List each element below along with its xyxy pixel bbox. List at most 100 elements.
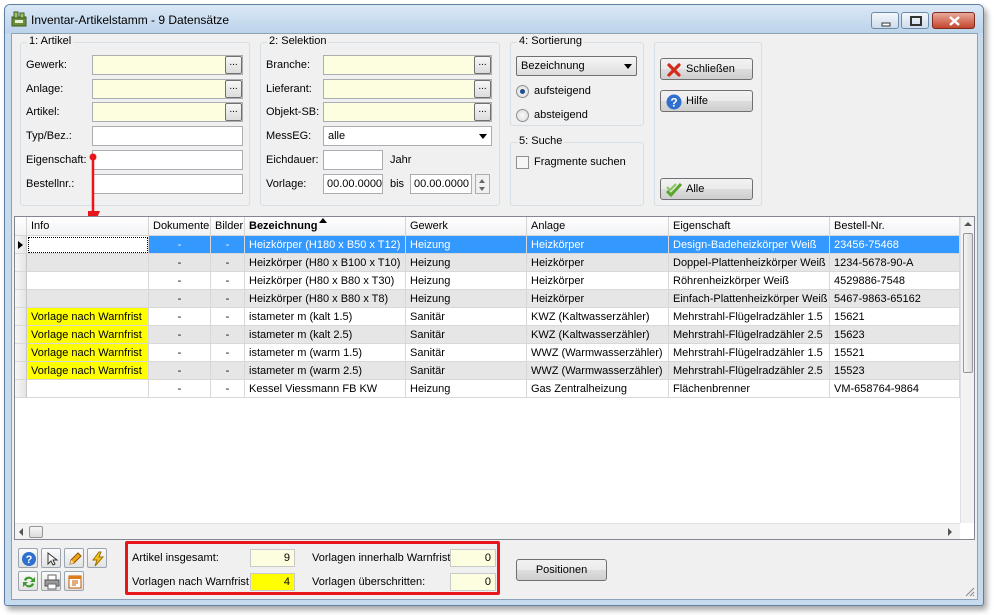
cell-bilder[interactable]: - xyxy=(211,380,245,398)
cell-dokumente[interactable]: - xyxy=(149,272,211,290)
table-row[interactable]: Vorlage nach Warnfrist - - istameter m (kal… xyxy=(15,326,960,344)
table-row[interactable]: - - Heizkörper (H80 x B80 x T30) Heizung Hei… xyxy=(15,272,960,290)
cell-bilder[interactable]: - xyxy=(211,236,245,254)
row-header[interactable] xyxy=(15,290,27,308)
fragmente-label[interactable]: Fragmente suchen xyxy=(534,156,626,168)
cell-bilder[interactable]: - xyxy=(211,272,245,290)
row-header[interactable] xyxy=(15,362,27,380)
row-header[interactable] xyxy=(15,344,27,362)
lieferant-field[interactable] xyxy=(323,79,492,99)
cell-bezeichnung[interactable]: Heizkörper (H80 x B80 x T30) xyxy=(245,272,406,290)
cell-bilder[interactable]: - xyxy=(211,362,245,380)
cell-dokumente[interactable]: - xyxy=(149,236,211,254)
objekt-sb-browse-button[interactable]: ... xyxy=(474,103,491,121)
cell-info[interactable] xyxy=(27,236,149,254)
spin-up-icon[interactable] xyxy=(479,179,485,183)
lieferant-browse-button[interactable]: ... xyxy=(474,80,491,98)
cell-info[interactable]: Vorlage nach Warnfrist xyxy=(27,326,149,344)
resize-grip-icon[interactable] xyxy=(963,585,975,597)
cell-bestellnr[interactable]: 1234-5678-90-A xyxy=(830,254,960,272)
horizontal-scroll-thumb[interactable] xyxy=(29,526,43,538)
cell-anlage[interactable]: Heizkörper xyxy=(527,236,669,254)
cell-eigenschaft[interactable]: Doppel-Plattenheizkörper Weiß xyxy=(669,254,830,272)
col-bilder[interactable]: Bilder xyxy=(211,217,245,236)
sort-asc-radio[interactable] xyxy=(516,85,529,98)
minimize-button[interactable] xyxy=(871,12,899,29)
cell-dokumente[interactable]: - xyxy=(149,344,211,362)
messeg-select[interactable]: alle xyxy=(323,126,492,146)
cell-bezeichnung[interactable]: Kessel Viessmann FB KW xyxy=(245,380,406,398)
col-bestellnr[interactable]: Bestell-Nr. xyxy=(830,217,960,236)
cell-anlage[interactable]: WWZ (Warmwasserzähler) xyxy=(527,362,669,380)
cell-bestellnr[interactable]: 15521 xyxy=(830,344,960,362)
cell-dokumente[interactable]: - xyxy=(149,290,211,308)
eigenschaft-field[interactable] xyxy=(92,150,243,170)
col-dokumente[interactable]: Dokumente xyxy=(149,217,211,236)
cell-eigenschaft[interactable]: Flächenbrenner xyxy=(669,380,830,398)
fragmente-checkbox[interactable] xyxy=(516,156,529,169)
vorlage-to-field[interactable]: 00.00.0000 xyxy=(410,174,472,194)
close-button[interactable]: Schließen xyxy=(660,58,753,80)
all-button[interactable]: Alle xyxy=(660,178,753,200)
cell-info[interactable] xyxy=(27,290,149,308)
cell-info[interactable]: Vorlage nach Warnfrist xyxy=(27,362,149,380)
cell-bestellnr[interactable]: 15523 xyxy=(830,362,960,380)
cell-bezeichnung[interactable]: Heizkörper (H80 x B100 x T10) xyxy=(245,254,406,272)
close-window-button[interactable] xyxy=(932,12,975,29)
col-bezeichnung[interactable]: Bezeichnung xyxy=(245,217,406,236)
cell-gewerk[interactable]: Heizung xyxy=(406,380,527,398)
cell-info[interactable] xyxy=(27,254,149,272)
anlage-field[interactable] xyxy=(92,79,243,99)
title-bar[interactable]: Inventar-Artikelstamm - 9 Datensätze xyxy=(5,5,983,33)
horizontal-scrollbar[interactable] xyxy=(15,523,960,539)
cell-bezeichnung[interactable]: istameter m (kalt 1.5) xyxy=(245,308,406,326)
col-eigenschaft[interactable]: Eigenschaft xyxy=(669,217,830,236)
cell-gewerk[interactable]: Sanitär xyxy=(406,326,527,344)
cell-dokumente[interactable]: - xyxy=(149,308,211,326)
cell-anlage[interactable]: KWZ (Kaltwasserzähler) xyxy=(527,308,669,326)
branche-browse-button[interactable]: ... xyxy=(474,56,491,74)
cell-anlage[interactable]: Heizkörper xyxy=(527,272,669,290)
scroll-left-icon[interactable] xyxy=(19,528,23,536)
print-tool-button[interactable] xyxy=(41,571,61,591)
cell-gewerk[interactable]: Sanitär xyxy=(406,362,527,380)
cell-bezeichnung[interactable]: Heizkörper (H180 x B50 x T12) xyxy=(245,236,406,254)
cell-bestellnr[interactable]: 5467-9863-65162 xyxy=(830,290,960,308)
bestellnr-field[interactable] xyxy=(92,174,243,194)
cell-bilder[interactable]: - xyxy=(211,344,245,362)
cell-eigenschaft[interactable]: Design-Badeheizkörper Weiß xyxy=(669,236,830,254)
table-row[interactable]: Vorlage nach Warnfrist - - istameter m (war… xyxy=(15,362,960,380)
table-row[interactable]: - - Heizkörper (H80 x B100 x T10) Heizung He… xyxy=(15,254,960,272)
cell-gewerk[interactable]: Heizung xyxy=(406,272,527,290)
cell-dokumente[interactable]: - xyxy=(149,362,211,380)
scroll-right-icon[interactable] xyxy=(948,528,952,536)
typ-field[interactable] xyxy=(92,126,243,146)
table-row[interactable]: - - Heizkörper (H180 x B50 x T12) Heizung He… xyxy=(15,236,960,254)
sort-desc-label[interactable]: absteigend xyxy=(534,109,588,121)
positionen-button[interactable]: Positionen xyxy=(516,559,607,581)
question-tool-button[interactable]: ? xyxy=(18,548,38,568)
cell-bestellnr[interactable]: 15623 xyxy=(830,326,960,344)
help-button[interactable]: ? Hilfe xyxy=(660,90,753,112)
eichdauer-field[interactable] xyxy=(323,150,383,170)
table-row[interactable]: - - Heizkörper (H80 x B80 x T8) Heizung Heiz… xyxy=(15,290,960,308)
cell-info[interactable]: Vorlage nach Warnfrist xyxy=(27,344,149,362)
pencil-tool-button[interactable] xyxy=(64,548,84,568)
cell-anlage[interactable]: Gas Zentralheizung xyxy=(527,380,669,398)
cell-anlage[interactable]: KWZ (Kaltwasserzähler) xyxy=(527,326,669,344)
row-header[interactable] xyxy=(15,272,27,290)
cell-anlage[interactable]: Heizkörper xyxy=(527,254,669,272)
cell-eigenschaft[interactable]: Mehrstrahl-Flügelradzähler 2.5 xyxy=(669,362,830,380)
cell-dokumente[interactable]: - xyxy=(149,254,211,272)
gewerk-browse-button[interactable]: ... xyxy=(225,56,242,74)
row-header[interactable] xyxy=(15,326,27,344)
cell-eigenschaft[interactable]: Mehrstrahl-Flügelradzähler 1.5 xyxy=(669,344,830,362)
row-header[interactable] xyxy=(15,380,27,398)
cell-gewerk[interactable]: Heizung xyxy=(406,290,527,308)
cell-bilder[interactable]: - xyxy=(211,308,245,326)
cell-info[interactable] xyxy=(27,272,149,290)
vertical-scrollbar[interactable] xyxy=(960,217,974,523)
spin-down-icon[interactable] xyxy=(479,187,485,191)
cell-eigenschaft[interactable]: Röhrenheizkörper Weiß xyxy=(669,272,830,290)
row-header[interactable] xyxy=(15,254,27,272)
